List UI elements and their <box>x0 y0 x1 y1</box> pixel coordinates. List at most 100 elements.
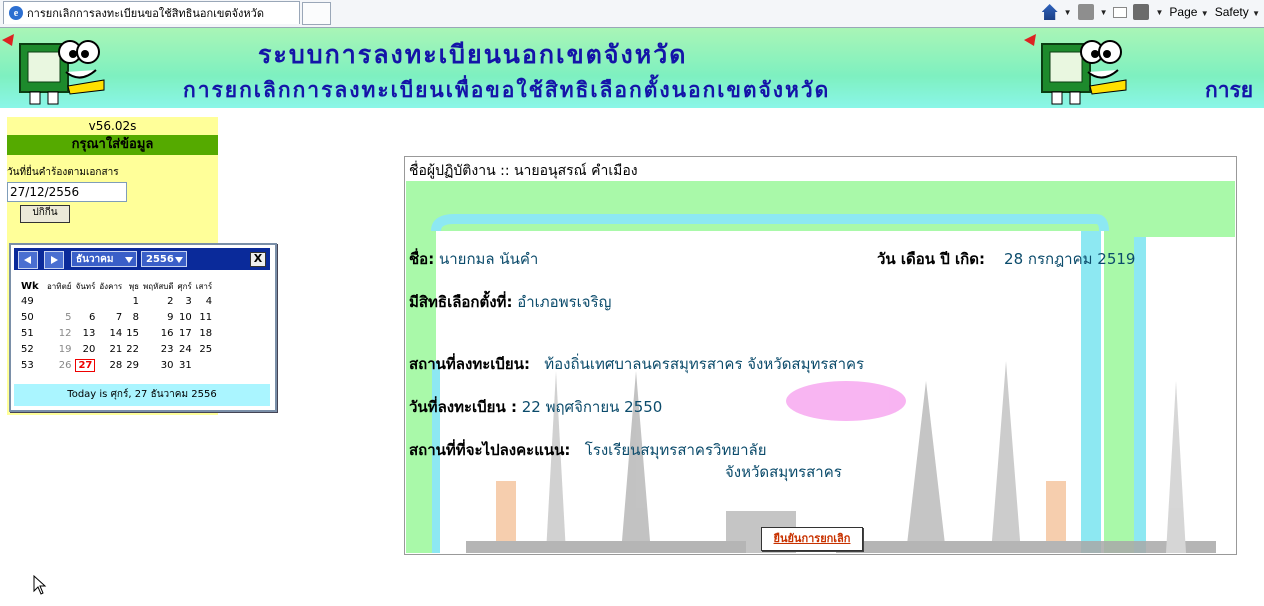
name-row: ชื่อ: นายกมล นันคำ <box>409 247 538 271</box>
browser-toolbar: e การยกเลิกการลงทะเบียนขอใช้สิทธินอกเขตจ… <box>0 0 1264 28</box>
registration-place-row: สถานที่ลงทะเบียน: ท้องถิ่นเทศบาลนครสมุทร… <box>409 352 864 376</box>
operator-label: ชื่อผู้ปฏิบัติงาน :: นายอนุสรณ์ คำเมือง <box>409 163 638 179</box>
home-dropdown-icon[interactable]: ▼ <box>1064 8 1072 17</box>
calendar-week-row: 51 12 13 14 15 16 17 18 <box>17 325 216 341</box>
weekday-header: อาทิตย์ <box>47 281 72 291</box>
date-input[interactable] <box>7 182 127 202</box>
calendar-day[interactable]: 13 <box>75 325 99 341</box>
week-column-header: Wk <box>21 280 39 292</box>
calendar-day[interactable]: 11 <box>196 309 216 325</box>
calendar-day[interactable]: 17 <box>178 325 196 341</box>
calendar-day[interactable]: 29 <box>126 357 143 373</box>
calendar-day[interactable]: 4 <box>196 293 216 309</box>
command-bar: ▼ ▼ ▼ Page ▼ Safety ▼ <box>1041 2 1260 22</box>
print-dropdown-icon[interactable]: ▼ <box>1155 8 1163 17</box>
banner-subtitle: การยกเลิกการลงทะเบียนเพื่อขอใช้สิทธิเลือ… <box>183 77 831 102</box>
calendar-day[interactable]: 1 <box>126 293 143 309</box>
calendar-day-today[interactable]: 27 <box>75 357 99 373</box>
voting-right-row: มีสิทธิเลือกตั้งที่: อำเภอพรเจริญ <box>409 290 611 314</box>
name-label: ชื่อ: <box>409 250 435 268</box>
arrow-left-icon <box>24 256 31 264</box>
year-select[interactable]: 2556 <box>141 251 187 267</box>
weekday-header: ศุกร์ <box>177 281 192 291</box>
calendar-day[interactable]: 14 <box>99 325 126 341</box>
calendar-day[interactable]: 25 <box>196 341 216 357</box>
weekday-header: พุธ <box>128 281 139 291</box>
weekday-header: จันทร์ <box>75 281 96 291</box>
date-label: วันที่ยื่นคำร้องตามเอกสาร <box>7 167 119 178</box>
calendar-day[interactable]: 10 <box>178 309 196 325</box>
calendar-day[interactable] <box>196 357 216 373</box>
feeds-dropdown-icon[interactable]: ▼ <box>1100 8 1108 17</box>
calendar-day[interactable]: 8 <box>126 309 143 325</box>
mail-icon[interactable] <box>1113 6 1128 18</box>
voting-right-value: อำเภอพรเจริญ <box>517 293 612 311</box>
tab-title: การยกเลิกการลงทะเบียนขอใช้สิทธินอกเขตจัง… <box>27 7 264 20</box>
browser-tab[interactable]: e การยกเลิกการลงทะเบียนขอใช้สิทธินอกเขตจ… <box>3 1 300 24</box>
calendar-day[interactable]: 7 <box>99 309 126 325</box>
calendar-day[interactable]: 24 <box>178 341 196 357</box>
calendar-day[interactable] <box>99 293 126 309</box>
mouse-cursor-icon <box>33 575 47 595</box>
site-banner: ระบบการลงทะเบียนนอกเขตจังหวัด การยกเลิกก… <box>0 28 1264 108</box>
calendar-day[interactable]: 3 <box>178 293 196 309</box>
version-label: v56.02s <box>88 119 137 133</box>
calendar-day[interactable]: 30 <box>143 357 178 373</box>
week-number: 49 <box>21 295 34 307</box>
vote-place-label: สถานที่ที่จะไปลงคะแนน: <box>409 441 571 459</box>
calendar-day[interactable]: 16 <box>143 325 178 341</box>
calendar-day[interactable] <box>47 293 75 309</box>
new-tab-button[interactable] <box>302 2 331 25</box>
calendar-day[interactable]: 6 <box>75 309 99 325</box>
vote-place-row: สถานที่ที่จะไปลงคะแนน: โรงเรียนสมุทรสาคร… <box>409 438 767 462</box>
feeds-icon[interactable] <box>1077 4 1094 20</box>
calendar-day[interactable]: 15 <box>126 325 143 341</box>
calendar-day[interactable]: 2 <box>143 293 178 309</box>
calendar-day[interactable]: 12 <box>47 325 75 341</box>
close-icon[interactable]: X <box>250 252 266 267</box>
calendar-header: ธันวาคม 2556 X <box>14 248 270 270</box>
week-number: 51 <box>21 327 34 339</box>
calendar-day[interactable]: 26 <box>47 357 75 373</box>
calendar-day[interactable]: 18 <box>196 325 216 341</box>
calendar-day[interactable]: 9 <box>143 309 178 325</box>
calendar-day[interactable]: 31 <box>178 357 196 373</box>
dob-value: 28 กรกฎาคม 2519 <box>1004 250 1136 268</box>
weekday-header: เสาร์ <box>195 281 213 291</box>
ok-button[interactable]: ปกิกีน <box>20 205 70 223</box>
registration-place-label: สถานที่ลงทะเบียน: <box>409 355 530 373</box>
prev-month-button[interactable] <box>18 251 38 269</box>
confirm-cancel-button[interactable]: ยืนยันการยกเลิก <box>761 527 863 551</box>
calendar-day[interactable] <box>75 293 99 309</box>
print-icon[interactable] <box>1133 4 1150 20</box>
calendar-popup: ธันวาคม 2556 X Wk อาทิตย์ จันทร์ อังคาร … <box>9 243 277 412</box>
vote-place-value: โรงเรียนสมุทรสาครวิทยาลัย <box>584 441 767 459</box>
ballot-box-mascot-icon <box>1024 34 1127 105</box>
cancellation-panel: ชื่อผู้ปฏิบัติงาน :: นายอนุสรณ์ คำเมือง … <box>404 156 1237 555</box>
month-select[interactable]: ธันวาคม <box>71 251 137 267</box>
next-month-button[interactable] <box>44 251 64 269</box>
weekday-header: อังคาร <box>99 281 123 291</box>
dob-row: วัน เดือน ปี เกิด: 28 กรกฎาคม 2519 <box>877 247 1135 271</box>
calendar-day[interactable]: 21 <box>99 341 126 357</box>
calendar-week-row: 52 19 20 21 22 23 24 25 <box>17 341 216 357</box>
week-number: 52 <box>21 343 34 355</box>
week-number: 50 <box>21 311 34 323</box>
registration-date-value: 22 พฤศจิกายน 2550 <box>521 398 663 416</box>
calendar-day[interactable]: 28 <box>99 357 126 373</box>
safety-menu[interactable]: Safety ▼ <box>1215 5 1260 19</box>
calendar-day[interactable]: 23 <box>143 341 178 357</box>
home-icon[interactable] <box>1041 4 1058 20</box>
calendar-day[interactable]: 19 <box>47 341 75 357</box>
calendar-day[interactable]: 20 <box>75 341 99 357</box>
banner-title: ระบบการลงทะเบียนนอกเขตจังหวัด <box>258 40 688 69</box>
calendar-day[interactable]: 22 <box>126 341 143 357</box>
page-menu[interactable]: Page ▼ <box>1169 5 1208 19</box>
calendar-week-row: 53 26 27 28 29 30 31 <box>17 357 216 373</box>
registration-place-value: ท้องถิ่นเทศบาลนครสมุทรสาคร จังหวัดสมุทรส… <box>544 355 865 373</box>
chevron-down-icon <box>125 257 133 263</box>
registration-date-row: วันที่ลงทะเบียน : 22 พฤศจิกายน 2550 <box>409 395 662 419</box>
weekday-header: พฤหัสบดี <box>142 281 174 291</box>
calendar-day[interactable]: 5 <box>47 309 75 325</box>
calendar-today-footer[interactable]: Today is ศุกร์, 27 ธันวาคม 2556 <box>14 384 270 406</box>
